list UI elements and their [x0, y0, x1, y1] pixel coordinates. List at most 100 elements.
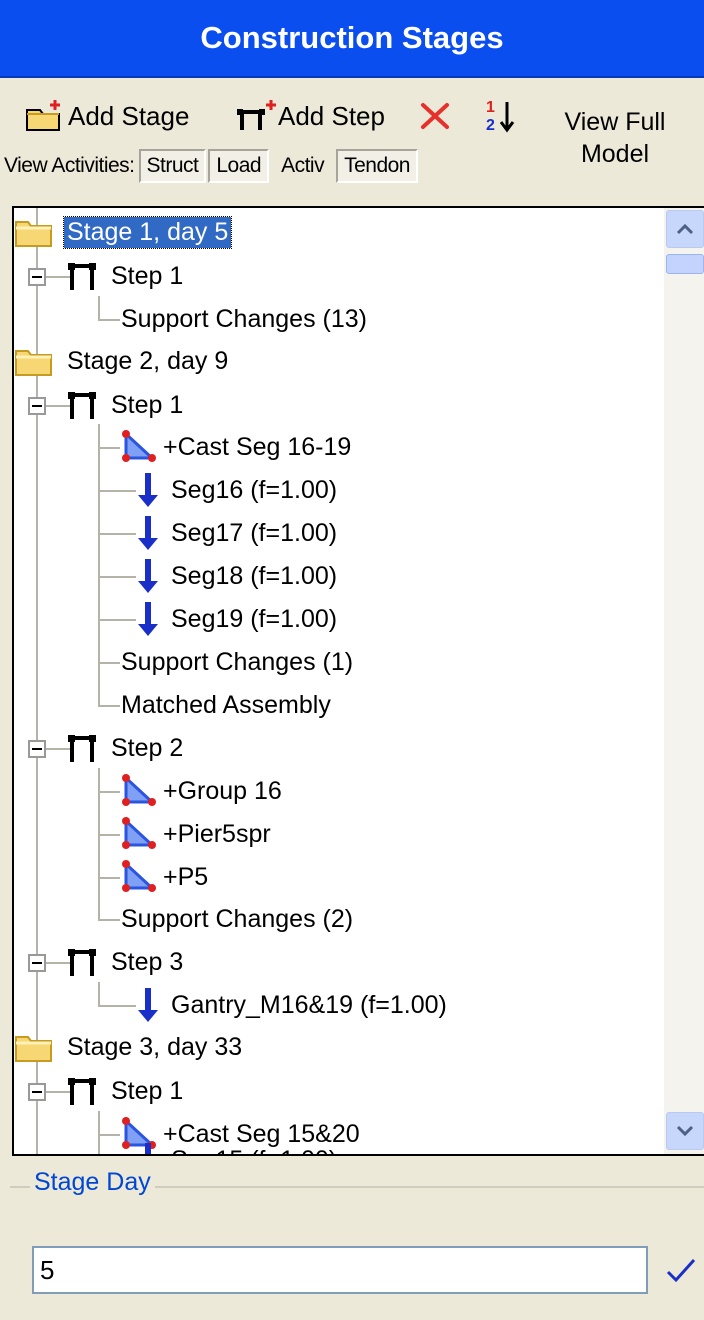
scroll-up-button[interactable]	[666, 210, 704, 248]
stage-label: Stage 3, day 33	[67, 1032, 243, 1061]
tree-item-step[interactable]: Step 2	[66, 728, 186, 768]
tree-line	[98, 576, 136, 578]
vertical-scrollbar[interactable]	[664, 208, 704, 1154]
load-arrow-icon	[138, 473, 158, 507]
tree-content: Stage 1, day 5 Step 1 Support Changes (1…	[14, 208, 664, 1154]
activity-label: Seg18 (f=1.00)	[171, 561, 338, 590]
load-arrow-icon	[145, 1143, 151, 1154]
delete-button[interactable]	[418, 94, 452, 138]
activity-label: +Group 16	[163, 776, 282, 805]
tree-line	[98, 919, 120, 921]
view-full-line2: Model	[580, 140, 650, 168]
structure-triangle-icon	[122, 817, 156, 849]
tree-item-stage-2[interactable]: Stage 2, day 9	[14, 341, 231, 381]
collapse-toggle[interactable]	[28, 954, 46, 972]
stage-label: Stage 1, day 5	[62, 215, 233, 249]
collapse-toggle[interactable]	[28, 740, 46, 758]
tree-item-support-changes[interactable]: Support Changes (1)	[118, 642, 356, 682]
activity-label: Matched Assembly	[121, 690, 331, 719]
step-label: Step 3	[111, 947, 184, 976]
step-label: Step 1	[111, 390, 184, 419]
view-activities-label: View Activities:	[4, 154, 135, 177]
filter-load-toggle[interactable]: Load	[208, 149, 270, 183]
tree-line	[98, 1005, 136, 1007]
scroll-thumb[interactable]	[666, 254, 704, 274]
sort-order-icon: 1 2	[486, 99, 515, 134]
tree-item-step[interactable]: Step 1	[66, 256, 186, 296]
load-arrow-icon	[138, 602, 158, 636]
tree-item-load[interactable]: Seg18 (f=1.00)	[136, 556, 340, 596]
tree-item-step[interactable]: Step 1	[66, 385, 186, 425]
collapse-toggle[interactable]	[28, 1083, 46, 1101]
tree-item-load[interactable]: Seg19 (f=1.00)	[136, 599, 340, 639]
load-arrow-icon	[138, 988, 158, 1022]
tree-line	[98, 490, 136, 492]
stage-day-group: Stage Day	[10, 1168, 704, 1320]
tree-item-load[interactable]: Seg17 (f=1.00)	[136, 513, 340, 553]
tree-item-structure[interactable]: +P5	[118, 857, 211, 897]
activity-label: +Cast Seg 16-19	[163, 432, 352, 461]
svg-text:2: 2	[486, 117, 495, 134]
tree-item-stage-1[interactable]: Stage 1, day 5	[14, 212, 233, 252]
tree-item-support-changes[interactable]: Support Changes (2)	[118, 899, 356, 939]
activity-label: +P5	[163, 862, 209, 891]
step-icon	[68, 263, 96, 290]
collapse-toggle[interactable]	[28, 397, 46, 415]
toolbar: Add Stage Add Step 1 2 View Full Model V…	[0, 80, 704, 204]
tree-line	[98, 791, 120, 793]
chevron-down-icon	[676, 1125, 694, 1137]
tree-item-step[interactable]: Step 1	[66, 1071, 186, 1111]
tree-line	[98, 533, 136, 535]
apply-check-icon[interactable]	[660, 1250, 700, 1290]
tree-line	[98, 296, 100, 320]
filter-activ-toggle[interactable]: Activ	[273, 149, 332, 183]
activity-label: Gantry_M16&19 (f=1.00)	[171, 990, 447, 1019]
folder-add-icon	[26, 100, 60, 131]
stage-day-input[interactable]	[32, 1246, 648, 1294]
window-title: Construction Stages	[0, 0, 704, 78]
svg-text:1: 1	[486, 99, 495, 116]
structure-triangle-icon	[122, 430, 156, 462]
tree-line	[98, 877, 120, 879]
collapse-toggle[interactable]	[28, 268, 46, 286]
tree-item-load[interactable]: Seg15 (f=1.00)	[136, 1140, 340, 1154]
tree-line	[98, 319, 120, 321]
scroll-down-button[interactable]	[666, 1112, 704, 1150]
tree-item-stage-3[interactable]: Stage 3, day 33	[14, 1027, 245, 1067]
tree-item-step[interactable]: Step 3	[66, 942, 186, 982]
add-stage-button[interactable]: Add Stage	[24, 94, 189, 138]
structure-triangle-icon	[122, 860, 156, 892]
tree-line	[98, 662, 120, 664]
activity-label: +Pier5spr	[163, 819, 271, 848]
tree-item-matched-assembly[interactable]: Matched Assembly	[118, 685, 334, 725]
step-label: Step 1	[111, 1076, 184, 1105]
folder-icon	[15, 1036, 52, 1062]
tree-line	[98, 982, 100, 1006]
tree-item-structure[interactable]: +Group 16	[118, 771, 285, 811]
filter-struct-toggle[interactable]: Struct	[138, 149, 207, 183]
tree-line	[98, 1111, 100, 1154]
tree-item-load[interactable]: Gantry_M16&19 (f=1.00)	[136, 985, 450, 1025]
folder-icon	[15, 350, 52, 376]
step-label: Step 1	[111, 261, 184, 290]
sort-button[interactable]: 1 2	[484, 94, 518, 138]
tree-line	[98, 705, 120, 707]
add-step-button[interactable]: Add Step	[234, 94, 385, 138]
stages-tree[interactable]: Stage 1, day 5 Step 1 Support Changes (1…	[12, 206, 704, 1156]
view-full-model-button[interactable]: View Full Model	[540, 106, 690, 170]
stage-label: Stage 2, day 9	[67, 346, 229, 375]
tree-line	[98, 447, 120, 449]
tree-item-load[interactable]: Seg16 (f=1.00)	[136, 470, 340, 510]
tree-item-structure[interactable]: +Pier5spr	[118, 814, 274, 854]
load-arrow-icon	[138, 516, 158, 550]
load-arrow-icon	[138, 559, 158, 593]
activity-label: Seg17 (f=1.00)	[171, 518, 338, 547]
structure-triangle-icon	[122, 774, 156, 806]
filter-tendon-toggle[interactable]: Tendon	[336, 149, 418, 183]
view-activities-row: View Activities: Struct Load Activ Tendo…	[4, 146, 418, 186]
tree-item-structure[interactable]: +Cast Seg 16-19	[118, 427, 354, 467]
add-stage-label: Add Stage	[68, 100, 190, 131]
tree-item-support-changes[interactable]: Support Changes (13)	[118, 299, 370, 339]
activity-label: Seg19 (f=1.00)	[171, 604, 338, 633]
add-step-label: Add Step	[278, 100, 385, 131]
